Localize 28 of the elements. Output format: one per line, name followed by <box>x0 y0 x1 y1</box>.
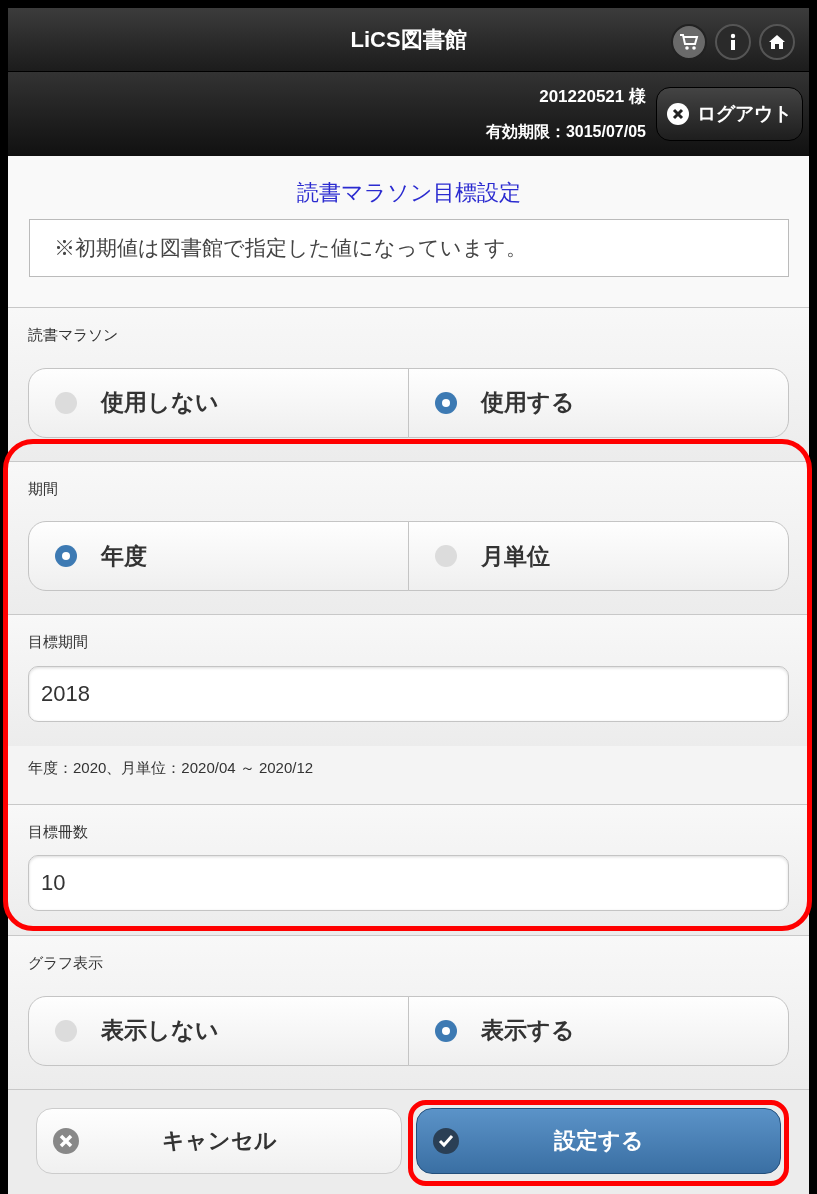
logout-button[interactable]: ログアウト <box>656 87 803 141</box>
input-field[interactable]: 10 <box>28 855 789 911</box>
note-box: ※初期値は図書館で指定した値になっています。 <box>28 219 789 277</box>
field-label: 目標冊数 <box>27 821 89 842</box>
radio-option[interactable]: 使用する <box>408 367 789 438</box>
radio-option[interactable]: 表示する <box>408 995 789 1066</box>
field-label: 読書マラソン <box>27 325 119 345</box>
cart-icon[interactable] <box>671 24 707 60</box>
radio-option[interactable]: 表示しない <box>28 995 409 1066</box>
user-name: 201220521 様 <box>539 86 646 109</box>
page-title: 読書マラソン目標設定 <box>296 179 521 207</box>
close-icon <box>667 103 689 125</box>
home-icon[interactable] <box>759 24 795 60</box>
field-label: 目標期間 <box>27 632 89 652</box>
check-icon <box>432 1127 459 1154</box>
action-button[interactable]: キャンセル <box>36 1107 402 1174</box>
expiry-date: 有効期限：3015/07/05 <box>485 121 646 142</box>
radio-option[interactable]: 月単位 <box>408 521 789 591</box>
field-label: グラフ表示 <box>27 953 104 973</box>
app-title: LiCS図書館 <box>350 26 467 54</box>
cancel-icon <box>53 1127 79 1154</box>
help-text: 年度：2020、月単位：2020/04 ～ 2020/12 <box>28 758 314 776</box>
radio-option[interactable]: 使用しない <box>28 367 409 438</box>
radio-option[interactable]: 年度 <box>28 521 409 591</box>
field-label: 期間 <box>27 478 59 499</box>
info-icon[interactable] <box>715 24 751 60</box>
input-field[interactable]: 2018 <box>28 665 789 722</box>
action-button[interactable]: 設定する <box>415 1107 781 1174</box>
